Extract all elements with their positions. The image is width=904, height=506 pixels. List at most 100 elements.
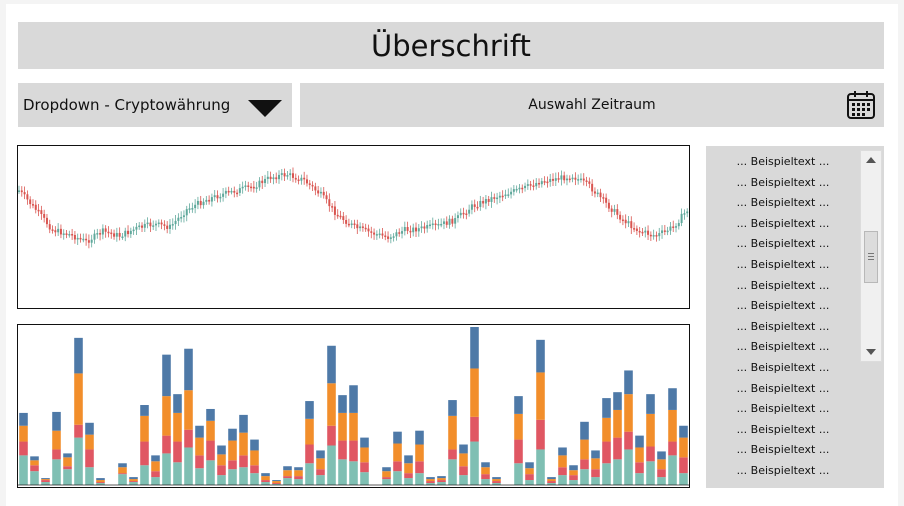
bar-segment: [151, 477, 160, 485]
candle-body: [174, 220, 177, 225]
bar-segment: [437, 478, 446, 481]
candle-body: [554, 178, 557, 181]
bar-segment: [591, 458, 600, 470]
bar-segment: [404, 478, 413, 485]
candle-body: [177, 217, 180, 221]
candle-body: [157, 222, 160, 225]
bar-segment: [525, 474, 534, 481]
bar-segment: [668, 388, 677, 410]
bar-segment: [481, 467, 490, 475]
candle-body: [280, 173, 283, 175]
candle-body: [76, 237, 79, 240]
bar-segment: [448, 400, 457, 416]
scroll-up-arrow-icon[interactable]: [866, 157, 876, 163]
bar-segment: [635, 473, 644, 485]
candle-body: [132, 229, 135, 232]
candle-body: [641, 231, 644, 234]
candle-body: [347, 223, 350, 226]
bar-segment: [657, 477, 666, 485]
scroll-thumb[interactable]: [864, 231, 878, 283]
bar-segment: [382, 471, 391, 478]
candle-body: [675, 226, 678, 228]
crypto-dropdown[interactable]: Dropdown - Cryptowährung: [18, 83, 292, 127]
candle-body: [504, 194, 507, 197]
candle-body: [680, 213, 683, 224]
page-title: Überschrift: [18, 22, 884, 69]
bar-segment: [41, 480, 50, 483]
candle-body: [384, 235, 387, 238]
candle-body: [512, 189, 515, 192]
candle-body: [129, 230, 132, 235]
bar-segment: [294, 470, 303, 477]
candle-body: [99, 233, 102, 235]
bar-segment: [613, 437, 622, 460]
bar-segment: [41, 478, 50, 480]
bar-segment: [327, 345, 336, 384]
bar-segment: [349, 461, 358, 485]
bar-segment: [415, 473, 424, 485]
candle-body: [588, 181, 591, 184]
bar-segment: [514, 463, 523, 485]
bar-segment: [250, 465, 259, 474]
bar-segment: [30, 465, 39, 472]
bar-segment: [349, 385, 358, 413]
bar-segment: [679, 437, 688, 458]
bar-segment: [140, 465, 149, 485]
bar-segment: [52, 411, 61, 431]
candle-body: [300, 177, 303, 181]
candle-body: [613, 209, 616, 212]
bar-segment: [404, 455, 413, 464]
bar-segment: [437, 482, 446, 485]
bar-segment: [261, 480, 270, 483]
bar-segment: [140, 415, 149, 442]
candle-body: [194, 204, 197, 209]
candle-body: [325, 195, 328, 200]
candle-body: [398, 232, 401, 234]
candle-body: [663, 230, 666, 232]
bar-segment: [459, 444, 468, 454]
bar-segment: [85, 467, 94, 485]
list-scrollbar[interactable]: [860, 150, 882, 362]
candle-body: [85, 238, 88, 241]
bar-segment: [624, 449, 633, 485]
candle-body: [82, 238, 85, 241]
calendar-icon[interactable]: [846, 90, 876, 120]
candle-body: [275, 177, 278, 180]
daterange-picker[interactable]: Auswahl Zeitraum: [300, 83, 884, 127]
bar-segment: [558, 475, 567, 485]
list-item: ... Beispieltext ...: [736, 257, 830, 271]
candle-body: [171, 224, 174, 226]
candle-body: [633, 228, 636, 230]
bar-segment: [360, 472, 369, 485]
bar-segment: [74, 424, 83, 438]
candle-body: [655, 235, 658, 237]
bar-segment: [195, 468, 204, 485]
candle-body: [258, 180, 261, 188]
candle-body: [459, 212, 462, 216]
scroll-down-arrow-icon[interactable]: [866, 349, 876, 355]
bar-segment: [415, 430, 424, 445]
candle-body: [616, 209, 619, 215]
bar-segment: [195, 455, 204, 469]
bar-segment: [525, 468, 534, 475]
caret-down-icon[interactable]: [248, 100, 282, 117]
candle-body: [241, 186, 244, 189]
candle-body: [166, 225, 169, 229]
bar-segment: [569, 475, 578, 481]
bar-segment: [602, 417, 611, 442]
bar-segment: [338, 412, 347, 441]
bar-segment: [52, 459, 61, 485]
bar-segment: [52, 449, 61, 460]
bar-segment: [19, 455, 28, 485]
candle-body: [213, 195, 216, 198]
bar-segment: [580, 469, 589, 485]
candle-body: [619, 214, 622, 220]
bar-segment: [382, 479, 391, 485]
bar-segment: [470, 327, 479, 369]
bar-segment: [30, 471, 39, 485]
candle-body: [236, 192, 239, 195]
bar-segment: [459, 475, 468, 485]
candle-body: [476, 206, 479, 209]
bar-segment: [140, 405, 149, 416]
bar-segment: [448, 415, 457, 450]
